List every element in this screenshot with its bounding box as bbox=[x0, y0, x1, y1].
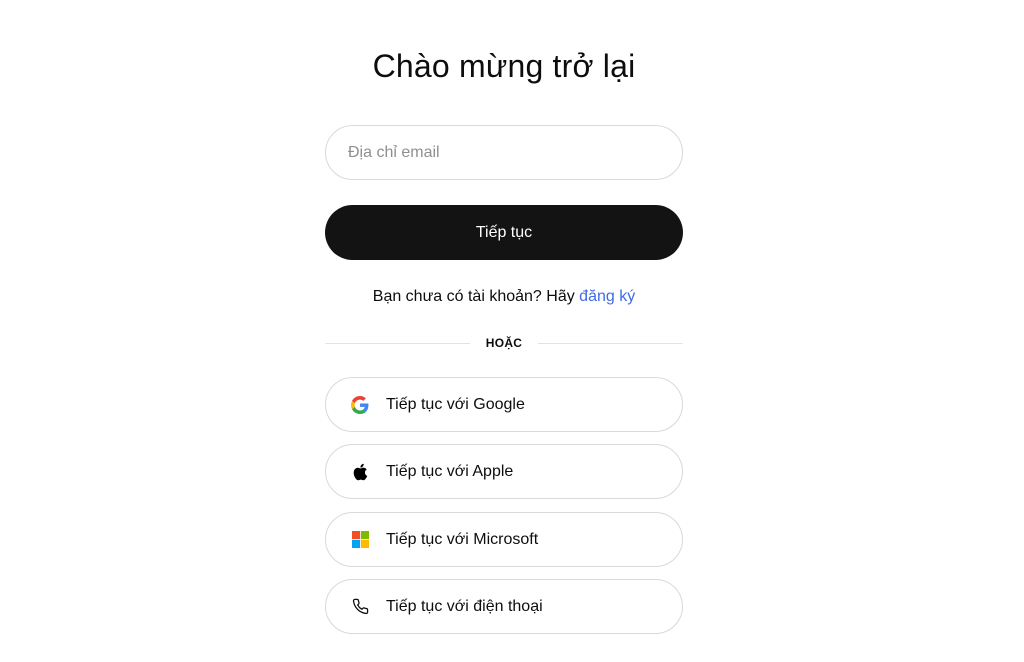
signup-prompt: Bạn chưa có tài khoản? Hãy đăng ký bbox=[325, 288, 683, 306]
email-field[interactable] bbox=[325, 125, 683, 180]
continue-button-label: Tiếp tục bbox=[475, 223, 533, 241]
signup-prompt-text: Bạn chưa có tài khoản? Hãy bbox=[372, 288, 575, 305]
google-button-label: Tiếp tục với Google bbox=[386, 395, 525, 413]
phone-button-label: Tiếp tục với điện thoại bbox=[386, 597, 543, 615]
continue-button[interactable]: Tiếp tục bbox=[325, 205, 683, 260]
microsoft-button-label: Tiếp tục với Microsoft bbox=[386, 530, 539, 548]
apple-button-label: Tiếp tục với Apple bbox=[386, 462, 514, 480]
microsoft-icon bbox=[350, 530, 370, 550]
google-icon bbox=[350, 395, 370, 415]
page-title: Chào mừng trở lại bbox=[372, 48, 636, 84]
login-page: Chào mừng trở lại Tiếp tục Bạn chưa có t… bbox=[0, 0, 1024, 662]
signup-link[interactable]: đăng ký bbox=[579, 288, 635, 305]
divider-line-right bbox=[538, 342, 684, 344]
continue-with-apple-button[interactable]: Tiếp tục với Apple bbox=[325, 444, 683, 499]
continue-with-phone-button[interactable]: Tiếp tục với điện thoại bbox=[325, 579, 683, 634]
email-input[interactable] bbox=[348, 143, 648, 162]
apple-icon bbox=[350, 462, 370, 482]
divider-line-left bbox=[325, 342, 470, 344]
phone-icon bbox=[350, 597, 370, 617]
continue-with-google-button[interactable]: Tiếp tục với Google bbox=[325, 377, 683, 432]
continue-with-microsoft-button[interactable]: Tiếp tục với Microsoft bbox=[325, 512, 683, 567]
divider-label: HOẶC bbox=[485, 336, 523, 350]
or-divider: HOẶC bbox=[325, 334, 684, 352]
